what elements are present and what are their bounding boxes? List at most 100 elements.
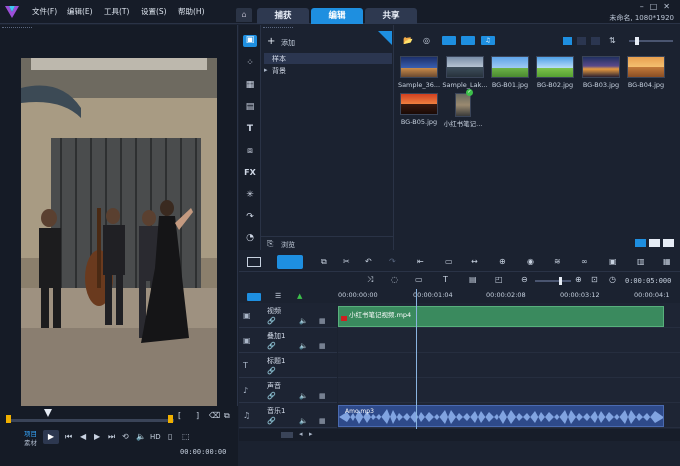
toolbar-icon-9[interactable]: ◉ [527,257,534,266]
menu-edit[interactable]: 编辑(E) [67,6,93,17]
track-menu-icon[interactable]: ▦ [319,417,326,425]
toolbar-icon-14[interactable]: ▦ [663,257,671,266]
panel-grip[interactable] [263,27,293,29]
to-start-icon[interactable]: ⏮ [65,432,72,442]
track-header-title[interactable]: T 标题1 🔗 [239,353,337,378]
graphics-icon[interactable]: ▤ [243,102,257,114]
track-menu-icon[interactable]: ▦ [319,392,326,400]
browse-icon[interactable]: ⎘ [267,239,273,249]
template-icon[interactable]: ▦ [243,80,257,92]
menu-help[interactable]: 帮助(H) [178,6,205,17]
timecode-display[interactable]: 00:00:00:00 [180,448,226,456]
add-icon[interactable]: + [267,36,275,47]
subbar-icon-3[interactable]: ▭ [415,275,423,284]
toolbar-icon-12[interactable]: ▣ [609,257,617,266]
expand-arrow-icon[interactable]: ▸ [264,66,268,74]
scroll-left-icon[interactable]: ◂ [299,430,303,438]
thumbnail-sample-36[interactable] [400,56,438,78]
minimize-icon[interactable]: – [640,2,650,11]
library-corner-icon[interactable] [378,31,392,45]
thumb-size-handle[interactable] [635,37,639,45]
music-track[interactable]: Amo.mp3 [338,403,680,428]
track-area[interactable]: 小红书笔记视频.mp4 Amo.mp3 [338,289,680,429]
thumbnail-sample-lake[interactable] [446,56,484,78]
title-icon[interactable]: T [243,124,257,136]
split-clip-icon[interactable]: ⌫ [209,411,220,420]
link-icon[interactable]: 🔗 [267,317,276,325]
subbar-icon-2[interactable]: ◌ [391,275,398,284]
thumbnail-bg-b04[interactable] [627,56,665,78]
horizontal-scroll-thumb[interactable] [281,432,293,438]
mute-icon[interactable]: 🔈 [299,342,308,350]
copy-icon[interactable]: ⧉ [224,411,230,421]
tab-share[interactable]: 共享 [365,8,417,24]
import-folder-icon[interactable]: 📂 [403,36,413,45]
scrub-handle[interactable] [44,409,52,417]
title-track[interactable] [338,353,680,378]
library-view-b-icon[interactable] [649,239,660,247]
zoom-slider[interactable] [535,280,571,282]
home-icon[interactable]: ⌂ [236,8,252,22]
scroll-right-icon[interactable]: ▸ [309,430,313,438]
link-icon[interactable]: 🔗 [267,342,276,350]
track-menu-icon[interactable]: ▦ [319,317,326,325]
grid-view-icon[interactable] [591,37,600,45]
undo-icon[interactable]: ↶ [365,257,372,266]
track-header-video[interactable]: ▣ 视频 🔗 🔈 ▦ [239,303,337,328]
library-view-c-icon[interactable] [663,239,674,247]
mute-icon[interactable]: 🔈 [299,392,308,400]
volume-icon[interactable]: 🔈 [136,432,146,441]
library-view-a-icon[interactable] [635,239,646,247]
tab-edit[interactable]: 编辑 [311,8,363,24]
clock-icon[interactable]: ◷ [609,275,616,284]
track-menu-icon[interactable]: ▦ [319,342,326,350]
audio-clip[interactable]: Amo.mp3 [338,405,664,427]
mute-icon[interactable]: 🔈 [299,317,308,325]
subbar-icon-1[interactable]: ⤨ [367,275,373,285]
toolbar-icon-13[interactable]: ▥ [637,257,645,266]
sort-icon[interactable]: ⇅ [609,36,616,45]
media-icon[interactable]: ▣ [243,35,257,47]
toolbar-icon-1[interactable]: ⧉ [321,257,327,267]
show-audio-icon[interactable]: ♫ [481,36,495,45]
show-video-icon[interactable] [442,36,456,45]
mark-in-icon[interactable] [6,415,11,423]
zoom-handle[interactable] [559,277,562,285]
bracket-out-icon[interactable]: ] [196,411,199,420]
subbar-icon-5[interactable]: ▤ [469,275,477,284]
instant-project-icon[interactable]: ⁘ [243,58,257,70]
thumbnail-bg-b03[interactable] [582,56,620,78]
thumbnail-bg-b05[interactable] [400,93,438,115]
playhead-line[interactable] [416,289,417,429]
next-frame-icon[interactable]: ▶ [94,432,100,441]
toolbar-icon-8[interactable]: ⊕ [499,257,506,266]
show-photo-icon[interactable] [461,36,475,45]
toolbar-icon-5[interactable]: ⇤ [417,257,424,266]
track-header-music[interactable]: ♫ 音乐1 🔗 🔈 ▦ [239,403,337,428]
menu-tools[interactable]: 工具(T) [104,6,129,17]
thumbnail-bg-b01[interactable] [491,56,529,78]
toolbar-icon-6[interactable]: ▭ [445,257,453,266]
speed-icon[interactable]: ◔ [243,233,257,245]
link-icon[interactable]: 🔗 [267,367,276,375]
track-manager-icon[interactable] [247,293,261,301]
storyboard-view-icon[interactable] [247,257,261,267]
list-view-icon[interactable] [563,37,572,45]
video-clip[interactable]: 小红书笔记视频.mp4 [338,306,664,327]
fx-icon[interactable]: FX [243,168,257,180]
maximize-icon[interactable]: □ [650,2,664,11]
detail-view-icon[interactable] [577,37,586,45]
resize-icon[interactable]: ⬚ [182,432,190,441]
capture-icon[interactable]: ◎ [423,36,430,45]
thumbnail-bg-b02[interactable] [536,56,574,78]
tree-item-sample[interactable]: 样本 [264,53,392,64]
to-end-icon[interactable]: ⏭ [108,432,115,442]
zoom-out-icon[interactable]: ⊖ [521,275,528,284]
transition-icon[interactable]: ⧈ [243,146,257,158]
subbar-icon-6[interactable]: ◰ [495,275,503,284]
track-list-icon[interactable]: ☰ [275,292,281,300]
repeat-icon[interactable]: ⟲ [122,432,129,441]
panel-grip[interactable] [2,27,32,29]
toolbar-icon-2[interactable]: ✂ [343,257,350,266]
mark-out-icon[interactable] [168,415,173,423]
